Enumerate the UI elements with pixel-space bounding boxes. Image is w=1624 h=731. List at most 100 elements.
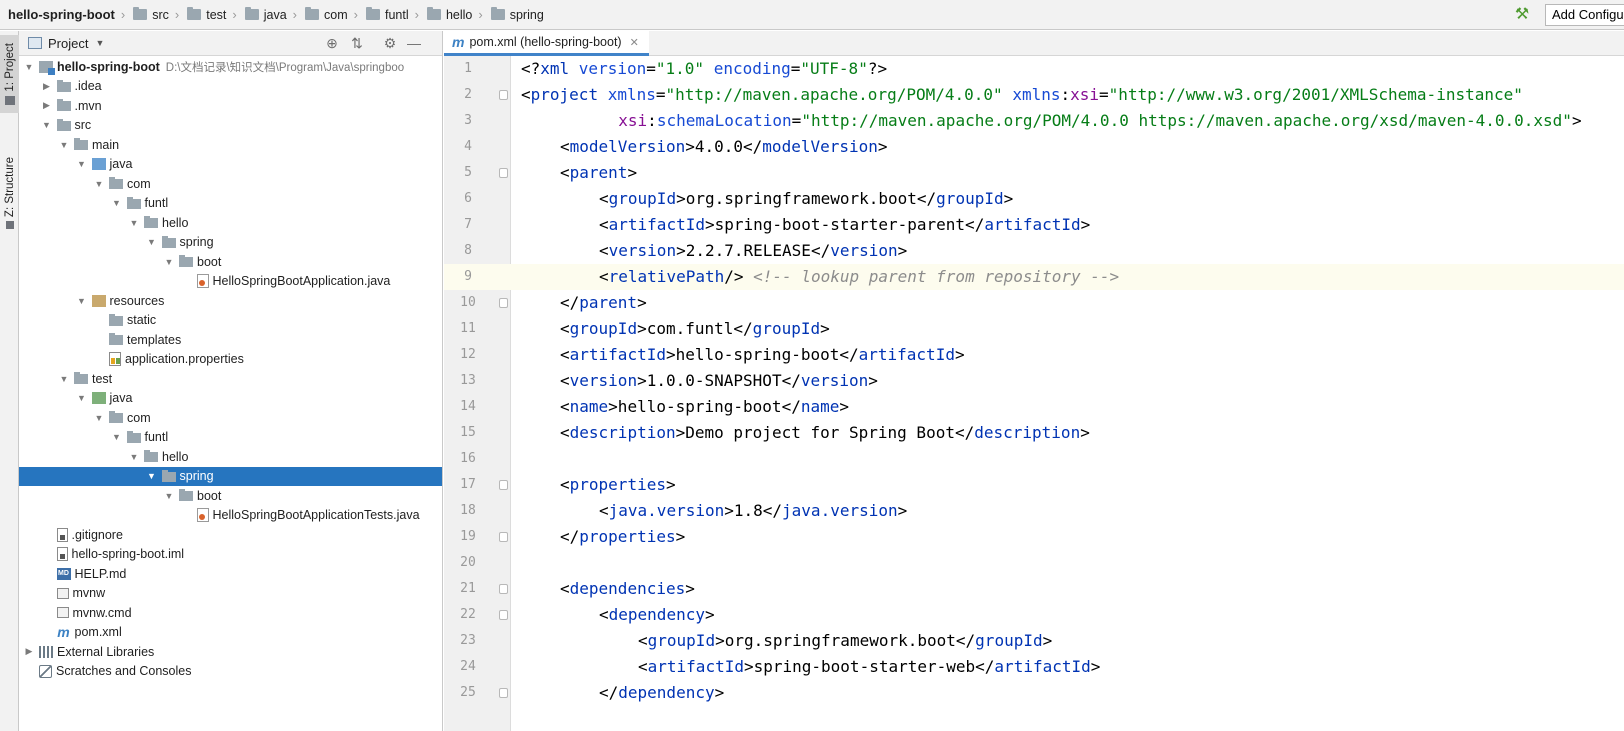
tree-node[interactable]: ▼ hello [19, 447, 442, 467]
locate-icon[interactable]: ⊕ [323, 34, 341, 52]
expand-down-icon[interactable]: ▼ [128, 452, 140, 462]
code-token: >1.8</ [724, 501, 783, 520]
tree-node[interactable]: m pom.xml [19, 623, 442, 643]
tree-node[interactable]: ▼ hello-spring-boot D:\文档记录\知识文档\Program\J… [19, 57, 442, 77]
tree-node[interactable]: ▼ src [19, 116, 442, 136]
tree-node[interactable]: templates [19, 330, 442, 350]
code-token: < [560, 371, 570, 390]
project-view-selector[interactable]: Project [48, 36, 88, 51]
tree-node[interactable]: ▼ boot [19, 486, 442, 506]
tab-pom-xml[interactable]: m pom.xml (hello-spring-boot) ✕ [444, 31, 649, 56]
expand-down-icon[interactable]: ▼ [41, 120, 53, 130]
tree-node[interactable]: mvnw [19, 584, 442, 604]
expand-down-icon[interactable]: ▼ [58, 140, 70, 150]
collapse-icon[interactable]: ⇅ [348, 34, 366, 52]
breadcrumb-label: funtl [384, 7, 409, 22]
breadcrumb-item[interactable]: hello › [419, 0, 483, 30]
expand-right-icon[interactable]: ▶ [41, 100, 53, 111]
tree-node[interactable]: ▼ boot [19, 252, 442, 272]
tree-node[interactable]: hello-spring-boot.iml [19, 545, 442, 565]
tree-node[interactable]: ▼ main [19, 135, 442, 155]
tree-node-label: External Libraries [57, 644, 155, 659]
breadcrumb-item[interactable]: src › [125, 0, 179, 30]
expand-down-icon[interactable]: ▼ [146, 237, 158, 247]
tree-node[interactable]: static [19, 311, 442, 331]
expand-down-icon[interactable]: ▼ [76, 296, 88, 306]
tree-node[interactable]: ▶ .idea [19, 77, 442, 97]
folder-icon [56, 118, 71, 131]
tree-node[interactable]: ▶ External Libraries [19, 642, 442, 662]
expand-down-icon[interactable]: ▼ [93, 179, 105, 189]
expand-right-icon[interactable]: ▶ [23, 646, 35, 657]
tree-node[interactable]: .gitignore [19, 525, 442, 545]
expand-down-icon[interactable]: ▼ [111, 198, 123, 208]
tree-node[interactable]: ▼ test [19, 369, 442, 389]
tree-node[interactable]: Scratches and Consoles [19, 662, 442, 682]
tree-node[interactable]: ▼ com [19, 408, 442, 428]
tree-node[interactable]: ▶ .mvn [19, 96, 442, 116]
code-token: < [560, 475, 570, 494]
code-token: artifactId [858, 345, 955, 364]
expand-down-icon[interactable]: ▼ [58, 374, 70, 384]
fold-icon[interactable] [499, 688, 508, 698]
tree-node[interactable]: ▼ java [19, 155, 442, 175]
line-number: 7 [464, 217, 472, 232]
line-number: 5 [464, 165, 472, 180]
expand-down-icon[interactable]: ▼ [163, 257, 175, 267]
code-editor[interactable]: 1 <?xml version="1.0" encoding="UTF-8"?> 2… [444, 56, 1624, 731]
breadcrumb-label: src [152, 7, 169, 22]
tool-tab-project[interactable]: 1: Project [0, 35, 19, 113]
editor: m pom.xml (hello-spring-boot) ✕ 1 <?xml v… [444, 31, 1624, 731]
code-token: dependencies [569, 579, 686, 598]
fold-icon[interactable] [499, 90, 508, 100]
add-configuration-button[interactable]: Add Configu [1545, 4, 1624, 26]
close-icon[interactable]: ✕ [630, 36, 639, 49]
gear-icon[interactable]: ⚙ [381, 34, 399, 52]
code-token: xsi [618, 111, 648, 130]
code-line: 9 <relativePath/> <!-- lookup parent from… [444, 264, 1624, 290]
expand-right-icon[interactable]: ▶ [41, 81, 53, 92]
tree-node[interactable]: ▼ hello [19, 213, 442, 233]
breadcrumb-item[interactable]: spring [483, 0, 544, 30]
resources-folder-icon [91, 294, 106, 307]
tree-node[interactable]: ▼ resources [19, 291, 442, 311]
tree-node[interactable]: ▼ spring [19, 233, 442, 253]
expand-down-icon[interactable]: ▼ [163, 491, 175, 501]
expand-down-icon[interactable]: ▼ [23, 62, 35, 72]
expand-down-icon[interactable]: ▼ [76, 393, 88, 403]
tree-node[interactable]: ▼ java [19, 389, 442, 409]
breadcrumb-item[interactable]: com › [297, 0, 358, 30]
tree-node[interactable]: ▼ funtl [19, 428, 442, 448]
expand-down-icon[interactable]: ▼ [146, 471, 158, 481]
fold-icon[interactable] [499, 584, 508, 594]
code-token: modelVersion [762, 137, 878, 156]
hammer-icon[interactable]: ⚒ [1512, 5, 1532, 25]
project-tree: ▼ hello-spring-boot D:\文档记录\知识文档\Program\J… [19, 56, 442, 681]
tree-node[interactable]: application.properties [19, 350, 442, 370]
fold-icon[interactable] [499, 480, 508, 490]
tree-node[interactable]: HelloSpringBootApplicationTests.java [19, 506, 442, 526]
fold-icon[interactable] [499, 298, 508, 308]
code-token: properties [579, 527, 676, 546]
chevron-down-icon[interactable]: ▼ [95, 38, 104, 48]
tree-node[interactable]: ▼ spring [19, 466, 442, 486]
tool-tab-structure[interactable]: Z: Structure [0, 153, 19, 233]
tree-node[interactable]: mvnw.cmd [19, 603, 442, 623]
tree-node[interactable]: ▼ com [19, 174, 442, 194]
breadcrumb-item[interactable]: hello-spring-boot › [0, 0, 125, 30]
tree-node[interactable]: HelloSpringBootApplication.java [19, 272, 442, 292]
breadcrumb-item[interactable]: funtl › [358, 0, 419, 30]
expand-down-icon[interactable]: ▼ [111, 432, 123, 442]
expand-down-icon[interactable]: ▼ [93, 413, 105, 423]
line-number: 17 [460, 477, 476, 492]
expand-down-icon[interactable]: ▼ [128, 218, 140, 228]
fold-icon[interactable] [499, 532, 508, 542]
fold-icon[interactable] [499, 168, 508, 178]
minimize-icon[interactable]: — [405, 34, 423, 52]
expand-down-icon[interactable]: ▼ [76, 159, 88, 169]
breadcrumb-item[interactable]: test › [179, 0, 237, 30]
fold-icon[interactable] [499, 610, 508, 620]
tree-node[interactable]: MD HELP.md [19, 564, 442, 584]
tree-node[interactable]: ▼ funtl [19, 194, 442, 214]
breadcrumb-item[interactable]: java › [237, 0, 297, 30]
